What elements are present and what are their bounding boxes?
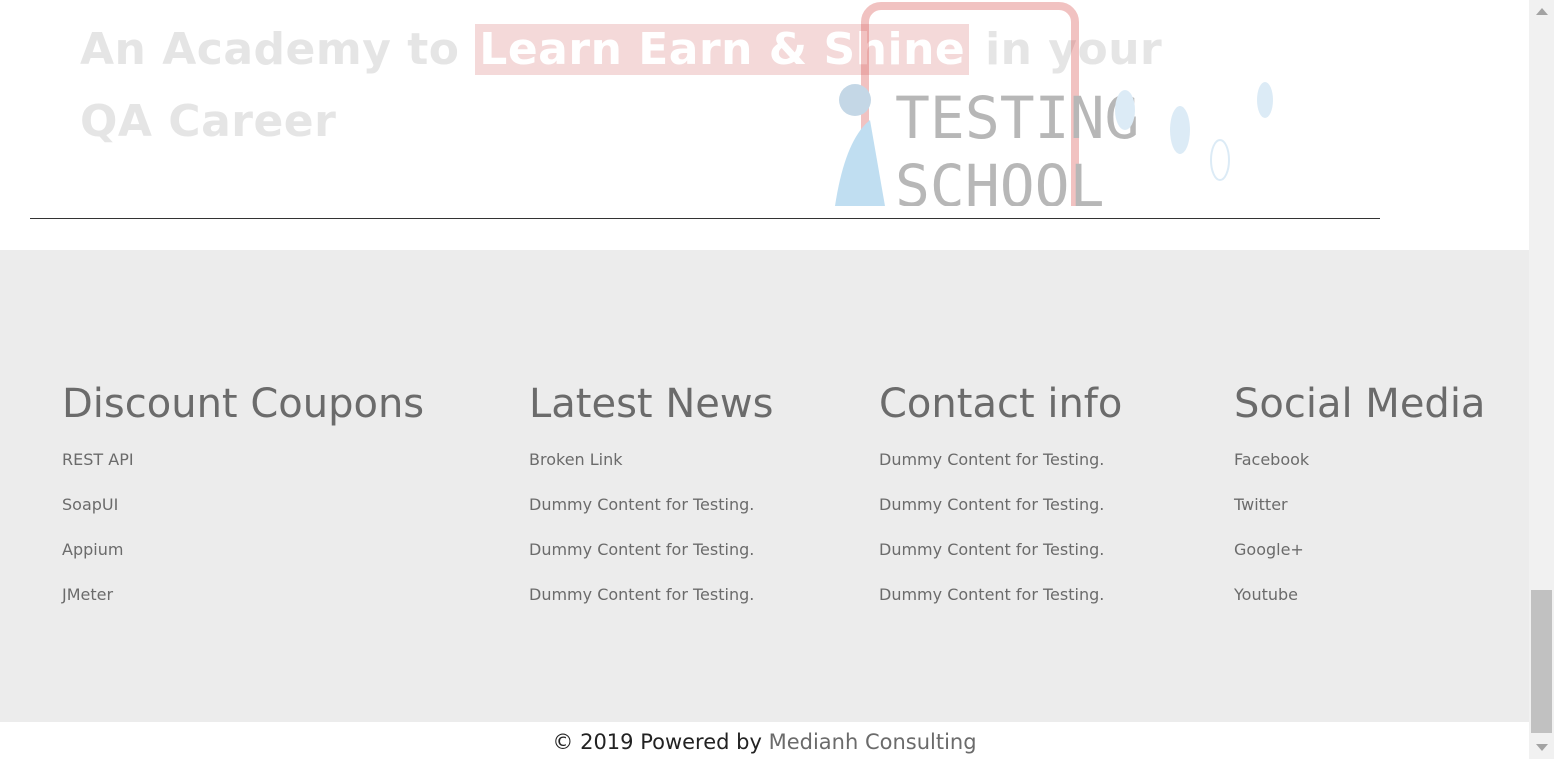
footer: Discount Coupons REST API SoapUI Appium … [0,250,1529,722]
illustration-text-2: SCHOOL [895,152,1105,206]
footer-link-dummy[interactable]: Dummy Content for Testing. [529,540,754,559]
footer-link-rest-api[interactable]: REST API [62,450,134,469]
footer-link-dummy[interactable]: Dummy Content for Testing. [529,585,754,604]
footer-link-soapui[interactable]: SoapUI [62,495,118,514]
footer-link-dummy[interactable]: Dummy Content for Testing. [879,540,1104,559]
footer-link-facebook[interactable]: Facebook [1234,450,1309,469]
copyright-link[interactable]: Medianh Consulting [769,730,977,754]
footer-column-latest-news: Latest News Broken Link Dummy Content fo… [529,380,773,630]
testing-school-illustration: TESTING SCHOOL [835,2,1273,206]
column-heading: Social Media [1234,381,1486,427]
footer-link-jmeter[interactable]: JMeter [62,585,113,604]
footer-link-dummy[interactable]: Dummy Content for Testing. [879,585,1104,604]
footer-column-contact-info: Contact info Dummy Content for Testing. … [879,380,1122,630]
footer-link-dummy[interactable]: Dummy Content for Testing. [879,450,1104,469]
footer-column-social-media: Social Media Facebook Twitter Google+ Yo… [1234,380,1485,630]
footer-link-twitter[interactable]: Twitter [1234,495,1288,514]
copyright-text: © 2019 Powered by [552,730,769,754]
scroll-up-icon[interactable] [1536,8,1548,15]
scrollbar-thumb[interactable] [1531,590,1552,733]
page-scrollbar[interactable] [1529,0,1554,759]
column-heading: Latest News [529,381,774,427]
footer-link-youtube[interactable]: Youtube [1234,585,1298,604]
footer-link-appium[interactable]: Appium [62,540,123,559]
scroll-down-icon[interactable] [1536,744,1548,751]
illustration-text-1: TESTING [895,84,1139,152]
column-heading: Contact info [879,381,1123,427]
section-divider [30,218,1380,219]
course-iframe[interactable]: An Academy to Learn Earn & Shine in your… [30,0,1378,206]
footer-link-broken-link[interactable]: Broken Link [529,450,623,469]
footer-link-dummy[interactable]: Dummy Content for Testing. [879,495,1104,514]
footer-link-dummy[interactable]: Dummy Content for Testing. [529,495,754,514]
column-heading: Discount Coupons [62,381,425,427]
footer-link-google-plus[interactable]: Google+ [1234,540,1304,559]
hero-title-part1: An Academy to [80,24,476,75]
copyright-bar: © 2019 Powered by Medianh Consulting [0,722,1529,759]
footer-column-discount-coupons: Discount Coupons REST API SoapUI Appium … [62,380,424,630]
